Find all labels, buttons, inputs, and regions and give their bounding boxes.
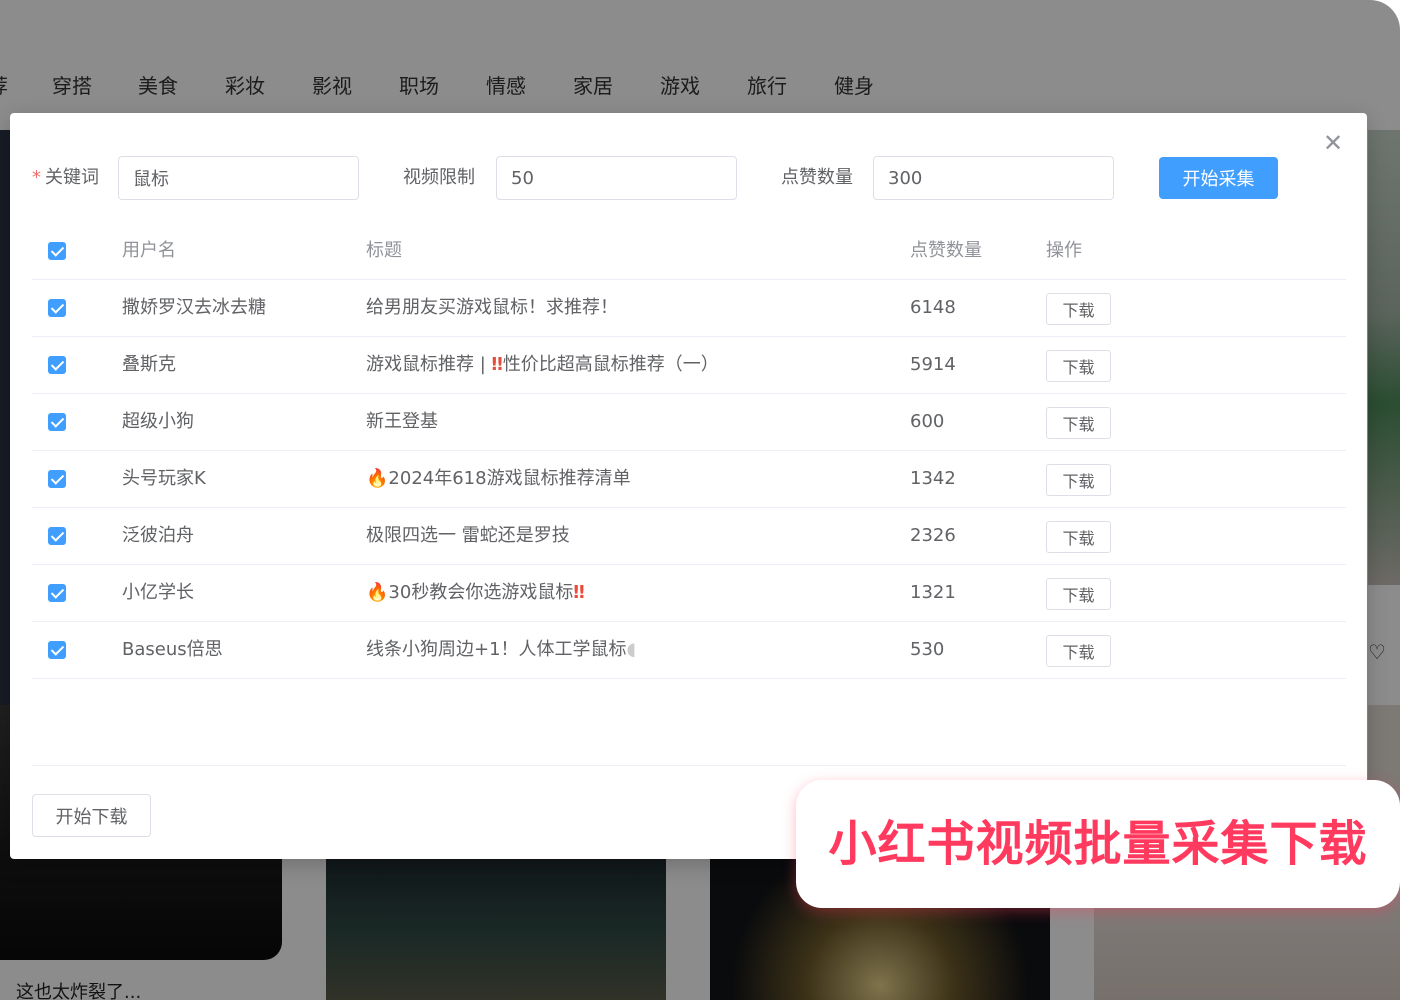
header-op: 操作 [1046, 240, 1082, 261]
keyword-label-text: 关键词 [45, 167, 99, 188]
mouse-icon: ◖ [626, 639, 637, 660]
row-title: 🔥30秒教会你选游戏鼠标‼ [366, 582, 585, 603]
row-user: 叠斯克 [122, 354, 176, 375]
row-likes: 600 [910, 411, 945, 432]
fire-icon: 🔥 [366, 468, 389, 489]
video-limit-label: 视频限制 [403, 167, 475, 188]
row-checkbox[interactable] [48, 470, 66, 488]
row-user: 小亿学长 [122, 582, 194, 603]
row-likes: 5914 [910, 354, 956, 375]
row-title: 给男朋友买游戏鼠标！求推荐！ [366, 297, 618, 318]
divider [32, 765, 1346, 766]
download-button[interactable]: 下载 [1046, 464, 1111, 496]
start-collect-button[interactable]: 开始采集 [1159, 157, 1278, 199]
row-checkbox[interactable] [48, 413, 66, 431]
fire-icon: 🔥 [366, 582, 389, 603]
row-user: Baseus倍思 [122, 639, 223, 660]
row-title: 极限四选一 雷蛇还是罗技 [366, 525, 570, 546]
promo-banner: 小红书视频批量采集下载 [796, 780, 1400, 908]
likes-input[interactable] [873, 156, 1114, 200]
select-all-checkbox[interactable] [48, 242, 66, 260]
required-mark: * [32, 167, 41, 188]
table-row: 撒娇罗汉去冰去糖 给男朋友买游戏鼠标！求推荐！ 6148 下载 [32, 280, 1346, 337]
row-user: 撒娇罗汉去冰去糖 [122, 297, 266, 318]
download-button[interactable]: 下载 [1046, 293, 1111, 325]
download-button[interactable]: 下载 [1046, 578, 1111, 610]
promo-banner-text: 小红书视频批量采集下载 [828, 816, 1368, 872]
close-icon[interactable]: ✕ [1321, 131, 1345, 155]
table-row: Baseus倍思 线条小狗周边+1！人体工学鼠标◖ 530 下载 [32, 622, 1346, 679]
row-likes: 1342 [910, 468, 956, 489]
row-likes: 530 [910, 639, 945, 660]
row-checkbox[interactable] [48, 356, 66, 374]
double-exclamation-icon: ‼ [573, 582, 585, 603]
download-button[interactable]: 下载 [1046, 521, 1111, 553]
header-likes: 点赞数量 [910, 240, 982, 261]
likes-label: 点赞数量 [781, 167, 853, 188]
row-title: 游戏鼠标推荐 | ‼性价比超高鼠标推荐（一） [366, 354, 719, 375]
row-checkbox[interactable] [48, 641, 66, 659]
row-user: 泛彼泊舟 [122, 525, 194, 546]
double-exclamation-icon: ‼ [491, 354, 503, 375]
video-limit-input[interactable] [496, 156, 737, 200]
row-title: 🔥2024年618游戏鼠标推荐清单 [366, 468, 631, 489]
app-window: 荐 穿搭 美食 彩妆 影视 职场 情感 家居 游戏 旅行 健身 ♡ 这也太炸裂了… [0, 0, 1400, 1000]
table-row: 超级小狗 新王登基 600 下载 [32, 394, 1346, 451]
row-title: 新王登基 [366, 411, 438, 432]
header-title: 标题 [366, 240, 402, 261]
row-likes: 1321 [910, 582, 956, 603]
table-row: 小亿学长 🔥30秒教会你选游戏鼠标‼ 1321 下载 [32, 565, 1346, 622]
table-row: 头号玩家K 🔥2024年618游戏鼠标推荐清单 1342 下载 [32, 451, 1346, 508]
collect-dialog: ✕ *关键词 视频限制 点赞数量 开始采集 用户名 标题 点赞数量 操作 撒娇罗… [10, 113, 1367, 859]
header-user: 用户名 [122, 240, 176, 261]
row-checkbox[interactable] [48, 584, 66, 602]
download-button[interactable]: 下载 [1046, 407, 1111, 439]
download-button[interactable]: 下载 [1046, 350, 1111, 382]
search-form: *关键词 视频限制 点赞数量 开始采集 [32, 156, 1332, 200]
keyword-label: * 关键词 [32, 156, 99, 200]
table-row: 泛彼泊舟 极限四选一 雷蛇还是罗技 2326 下载 [32, 508, 1346, 565]
keyword-input[interactable] [118, 156, 359, 200]
row-checkbox[interactable] [48, 527, 66, 545]
table-header: 用户名 标题 点赞数量 操作 [32, 223, 1346, 280]
download-button[interactable]: 下载 [1046, 635, 1111, 667]
row-user: 头号玩家K [122, 468, 206, 489]
row-title: 线条小狗周边+1！人体工学鼠标◖ [366, 639, 637, 660]
row-likes: 2326 [910, 525, 956, 546]
row-likes: 6148 [910, 297, 956, 318]
start-download-button[interactable]: 开始下载 [32, 794, 151, 837]
row-user: 超级小狗 [122, 411, 194, 432]
row-checkbox[interactable] [48, 299, 66, 317]
table-row: 叠斯克 游戏鼠标推荐 | ‼性价比超高鼠标推荐（一） 5914 下载 [32, 337, 1346, 394]
